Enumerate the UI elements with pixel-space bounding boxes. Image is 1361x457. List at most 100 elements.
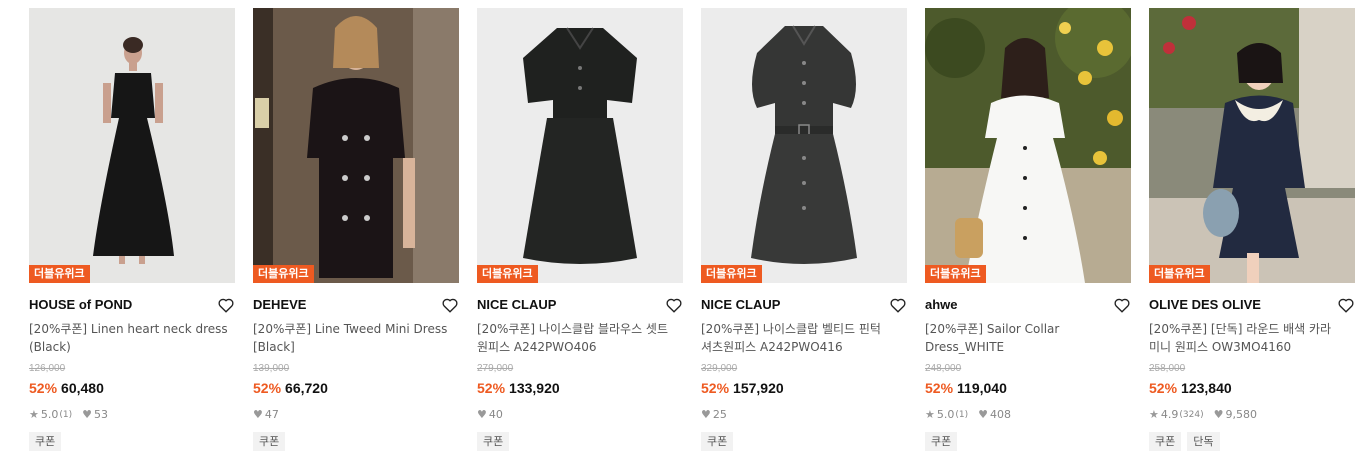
original-price: 139,000 [253, 363, 290, 374]
tag-coupon: 쿠폰 [1149, 432, 1182, 451]
product-title-line2: 셔츠원피스 A242PWO416 [701, 340, 843, 354]
like-count: 53 [94, 408, 108, 421]
product-title-line2: Dress_WHITE [925, 340, 1005, 354]
brand-row: DEHEVE [253, 295, 459, 315]
product-title-line2: 원피스 A242PWO406 [477, 340, 597, 354]
product-image[interactable]: 더블유위크 [477, 8, 683, 283]
product-title-line1: [20%쿠폰] 나이스클랍 블라우스 셋트 [477, 322, 668, 336]
tag-coupon: 쿠폰 [477, 432, 510, 451]
product-title[interactable]: [20%쿠폰] 나이스클랍 벨티드 핀턱 셔츠원피스 A242PWO416 [701, 320, 907, 356]
price-row: 52% 66,720 [253, 379, 328, 397]
tag-coupon: 쿠폰 [253, 432, 286, 451]
sale-price: 66,720 [285, 380, 328, 396]
sale-price: 60,480 [61, 380, 104, 396]
promo-badge: 더블유위크 [477, 265, 538, 283]
rating: 4.9 [1160, 408, 1179, 421]
price-row: 52% 133,920 [477, 379, 560, 397]
review-meta: ★ 5.0 (1) ♥ 53 [29, 408, 108, 422]
product-black-blouse-set-dress-image [477, 8, 683, 283]
discount-rate: 52% [701, 380, 730, 396]
product-title-line2: [Black] [253, 340, 295, 354]
tag-list: 쿠폰 [925, 432, 958, 451]
product-card[interactable]: 더블유위크 HOUSE of POND [20%쿠폰] Linen heart … [29, 8, 235, 457]
star-icon: ★ [1149, 408, 1159, 421]
brand-row: NICE CLAUP [701, 295, 907, 315]
brand-name[interactable]: NICE CLAUP [477, 297, 556, 312]
heart-outline-icon[interactable] [665, 296, 683, 314]
tag-list: 쿠폰 [477, 432, 510, 451]
brand-name[interactable]: HOUSE of POND [29, 297, 132, 312]
product-card[interactable]: 더블유위크 ahwe [20%쿠폰] Sailor Collar Dress_W… [925, 8, 1131, 457]
product-image[interactable]: 더블유위크 [253, 8, 459, 283]
brand-name[interactable]: ahwe [925, 297, 958, 312]
tag-list: 쿠폰 단독 [1149, 432, 1220, 451]
brand-row: NICE CLAUP [477, 295, 683, 315]
product-title[interactable]: [20%쿠폰] [단독] 라운드 배색 카라 미니 원피스 OW3MO4160 [1149, 320, 1355, 356]
product-card[interactable]: 더블유위크 NICE CLAUP [20%쿠폰] 나이스클랍 벨티드 핀턱 셔츠… [701, 8, 907, 457]
review-meta: ♥ 25 [701, 408, 727, 422]
tag-exclusive: 단독 [1187, 432, 1220, 451]
product-image[interactable]: 더블유위크 [701, 8, 907, 283]
review-meta: ★ 4.9 (324) ♥ 9,580 [1149, 408, 1257, 422]
heart-outline-icon[interactable] [889, 296, 907, 314]
product-title-line1: [20%쿠폰] Line Tweed Mini Dress [253, 322, 448, 336]
promo-badge: 더블유위크 [253, 265, 314, 283]
product-image[interactable]: 더블유위크 [925, 8, 1131, 283]
promo-badge: 더블유위크 [701, 265, 762, 283]
product-title-line2: 미니 원피스 OW3MO4160 [1149, 340, 1292, 354]
tag-coupon: 쿠폰 [701, 432, 734, 451]
star-icon: ★ [29, 408, 39, 421]
product-title[interactable]: [20%쿠폰] 나이스클랍 블라우스 셋트 원피스 A242PWO406 [477, 320, 683, 356]
product-grid: 더블유위크 HOUSE of POND [20%쿠폰] Linen heart … [29, 8, 1361, 457]
model-black-long-dress-image [29, 8, 235, 283]
heart-outline-icon[interactable] [217, 296, 235, 314]
heart-icon: ♥ [253, 408, 263, 421]
product-card[interactable]: 더블유위크 OLIVE DES OLIVE [20%쿠폰] [단독] 라운드 배… [1149, 8, 1355, 457]
star-icon: ★ [925, 408, 935, 421]
review-meta: ★ 5.0 (1) ♥ 408 [925, 408, 1011, 422]
original-price: 279,000 [477, 363, 514, 374]
product-image[interactable]: 더블유위크 [1149, 8, 1355, 283]
heart-icon: ♥ [978, 408, 988, 421]
heart-outline-icon[interactable] [1337, 296, 1355, 314]
model-black-tweed-mini-dress-image [253, 8, 459, 283]
product-title-line1: [20%쿠폰] Sailor Collar [925, 322, 1060, 336]
model-navy-collar-mini-dress-image [1149, 8, 1355, 283]
discount-rate: 52% [29, 380, 58, 396]
sale-price: 157,920 [733, 380, 784, 396]
brand-name[interactable]: OLIVE DES OLIVE [1149, 297, 1261, 312]
review-count: (1) [955, 410, 969, 420]
product-image[interactable]: 더블유위크 [29, 8, 235, 283]
product-title[interactable]: [20%쿠폰] Linen heart neck dress (Black) [29, 320, 235, 356]
tag-coupon: 쿠폰 [29, 432, 62, 451]
product-title-line1: [20%쿠폰] [단독] 라운드 배색 카라 [1149, 322, 1332, 336]
discount-rate: 52% [253, 380, 282, 396]
product-card[interactable]: 더블유위크 NICE CLAUP [20%쿠폰] 나이스클랍 블라우스 셋트 원… [477, 8, 683, 457]
product-title[interactable]: [20%쿠폰] Sailor Collar Dress_WHITE [925, 320, 1131, 356]
tag-list: 쿠폰 [253, 432, 286, 451]
promo-badge: 더블유위크 [1149, 265, 1210, 283]
rating: 5.0 [936, 408, 955, 421]
product-title-line2: (Black) [29, 340, 71, 354]
tag-coupon: 쿠폰 [925, 432, 958, 451]
discount-rate: 52% [1149, 380, 1178, 396]
brand-name[interactable]: DEHEVE [253, 297, 306, 312]
like-count: 408 [990, 408, 1011, 421]
review-meta: ♥ 47 [253, 408, 279, 422]
product-card[interactable]: 더블유위크 DEHEVE [20%쿠폰] Line Tweed Mini Dre… [253, 8, 459, 457]
brand-name[interactable]: NICE CLAUP [701, 297, 780, 312]
tag-list: 쿠폰 [701, 432, 734, 451]
promo-badge: 더블유위크 [29, 265, 90, 283]
sale-price: 123,840 [1181, 380, 1232, 396]
original-price: 126,000 [29, 363, 66, 374]
heart-icon: ♥ [477, 408, 487, 421]
review-count: (324) [1179, 410, 1204, 420]
original-price: 329,000 [701, 363, 738, 374]
heart-outline-icon[interactable] [1113, 296, 1131, 314]
heart-outline-icon[interactable] [441, 296, 459, 314]
heart-icon: ♥ [82, 408, 92, 421]
original-price: 258,000 [1149, 363, 1186, 374]
product-title[interactable]: [20%쿠폰] Line Tweed Mini Dress [Black] [253, 320, 459, 356]
heart-icon: ♥ [1213, 408, 1224, 421]
heart-icon: ♥ [701, 408, 711, 421]
